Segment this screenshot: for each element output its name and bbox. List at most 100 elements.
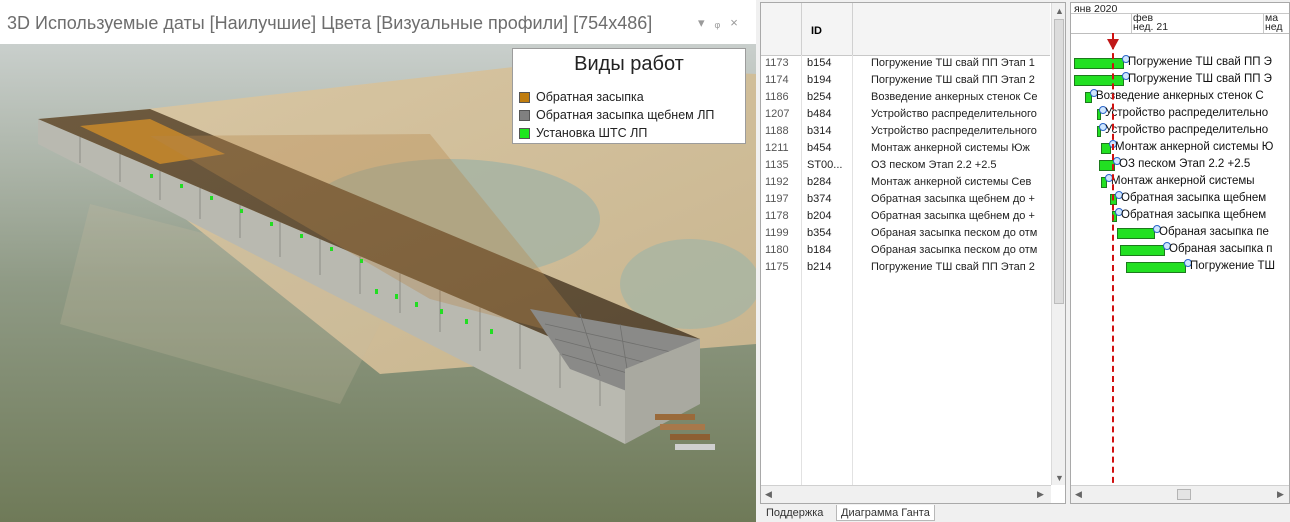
scrollbar-thumb[interactable] <box>1054 19 1064 304</box>
cell-n: 1188 <box>765 125 789 137</box>
bottom-tab-strip: Поддержка Диаграмма Ганта <box>760 504 1290 522</box>
scroll-right-icon[interactable]: ▶ <box>1277 489 1284 500</box>
gantt-row: ОЗ песком Этап 2.2 +2.5 <box>1071 157 1289 174</box>
cell-name: Погружение ТШ свай ПП Этап 1 <box>871 57 1035 69</box>
tab-support[interactable]: Поддержка <box>762 505 827 521</box>
cell-n: 1211 <box>765 142 789 154</box>
current-date-line <box>1112 33 1114 503</box>
cell-name: Монтаж анкерной системы Юж <box>871 142 1030 154</box>
panel-title-bar: 3D Используемые даты [Наилучшие] Цвета [… <box>0 0 756 44</box>
pin-icon[interactable]: ᵩ <box>715 15 721 31</box>
cell-id: b284 <box>807 176 832 188</box>
dropdown-icon[interactable]: ▾ <box>698 15 705 31</box>
gantt-bar-label: Устройство распределительно <box>1105 107 1269 119</box>
table-row[interactable]: 1207 b484 Устройство распределительного <box>761 106 1050 123</box>
gantt-bar[interactable] <box>1074 58 1124 69</box>
grid-header: ID <box>761 3 1050 56</box>
scrollbar-thumb[interactable] <box>1177 489 1191 500</box>
gantt-row: Погружение ТШ свай ПП Э <box>1071 72 1289 89</box>
cell-n: 1174 <box>765 74 789 86</box>
gantt-row: Монтаж анкерной системы Ю <box>1071 140 1289 157</box>
legend-label: Установка ШТС ЛП <box>536 126 648 140</box>
gantt-bar-label: Погружение ТШ <box>1190 260 1276 272</box>
gantt-bar-label: Обраная засыпка пе <box>1159 226 1269 238</box>
cell-name: Погружение ТШ свай ПП Этап 2 <box>871 261 1035 273</box>
cell-id: b154 <box>807 57 832 69</box>
current-date-marker-icon <box>1107 39 1119 50</box>
gantt-bar-label: Монтаж анкерной системы Ю <box>1115 141 1274 153</box>
legend-box: Виды работ Обратная засыпка Обратная зас… <box>512 48 746 144</box>
gantt-bar-label: Погружение ТШ свай ПП Э <box>1128 73 1272 85</box>
legend-title: Виды работ <box>574 53 684 75</box>
table-row[interactable]: 1199 b354 Обраная засыпка песком до отм <box>761 225 1050 242</box>
cell-n: 1178 <box>765 210 789 222</box>
gantt-bar[interactable] <box>1120 245 1165 256</box>
gantt-row: Возведение анкерных стенок С <box>1071 89 1289 106</box>
horizontal-scrollbar[interactable]: ◀ ▶ <box>761 485 1051 503</box>
scroll-left-icon[interactable]: ◀ <box>1075 489 1082 500</box>
table-row[interactable]: 1186 b254 Возведение анкерных стенок Се <box>761 89 1050 106</box>
legend-item-gravel: Обратная засыпка щебнем ЛП <box>519 107 714 123</box>
cell-n: 1135 <box>765 159 789 171</box>
gantt-bar-label: ОЗ песком Этап 2.2 +2.5 <box>1119 158 1251 170</box>
table-row[interactable]: 1197 b374 Обратная засыпка щебнем до + <box>761 191 1050 208</box>
table-row[interactable]: 1211 b454 Монтаж анкерной системы Юж <box>761 140 1050 157</box>
cell-id: b484 <box>807 108 832 120</box>
cell-name: Погружение ТШ свай ПП Этап 2 <box>871 74 1035 86</box>
gantt-row: Устройство распределительно <box>1071 106 1289 123</box>
cell-name: Устройство распределительного <box>871 108 1037 120</box>
table-row[interactable]: 1174 b194 Погружение ТШ свай ПП Этап 2 <box>761 72 1050 89</box>
scroll-down-icon[interactable]: ▼ <box>1055 473 1064 483</box>
table-row[interactable]: 1135 ST00... ОЗ песком Этап 2.2 +2.5 <box>761 157 1050 174</box>
cell-name: Обраная засыпка песком до отм <box>871 227 1038 239</box>
scroll-left-icon[interactable]: ◀ <box>765 489 772 500</box>
gantt-row: Монтаж анкерной системы <box>1071 174 1289 191</box>
timescale-week: нед <box>1265 21 1283 33</box>
cell-id: b314 <box>807 125 832 137</box>
table-row[interactable]: 1180 b184 Обраная засыпка песком до отм <box>761 242 1050 259</box>
gantt-bar-label: Возведение анкерных стенок С <box>1096 90 1264 102</box>
gantt-bar[interactable] <box>1074 75 1124 86</box>
legend-item-sts: Установка ШТС ЛП <box>519 125 647 141</box>
cell-name: Обратная засыпка щебнем до + <box>871 210 1035 222</box>
vertical-scrollbar[interactable]: ▲ ▼ <box>1051 3 1065 485</box>
gantt-bar-label: Устройство распределительно <box>1105 124 1269 136</box>
column-header-row-number[interactable] <box>761 3 802 55</box>
gantt-row: Обратная засыпка щебнем <box>1071 208 1289 225</box>
table-row[interactable]: 1178 b204 Обратная засыпка щебнем до + <box>761 208 1050 225</box>
scroll-right-icon[interactable]: ▶ <box>1037 489 1044 500</box>
gantt-chart: янв 2020 фев ма нед. 21 нед Погружение Т… <box>1070 2 1290 504</box>
column-header-id[interactable]: ID <box>802 3 853 55</box>
cell-name: Обратная засыпка щебнем до + <box>871 193 1035 205</box>
table-row[interactable]: 1173 b154 Погружение ТШ свай ПП Этап 1 <box>761 55 1050 72</box>
gantt-horizontal-scrollbar[interactable]: ◀ ▶ <box>1071 485 1289 503</box>
scroll-up-icon[interactable]: ▲ <box>1055 6 1064 16</box>
cell-n: 1199 <box>765 227 789 239</box>
gantt-bar-label: Монтаж анкерной системы <box>1111 175 1255 187</box>
tab-gantt-chart[interactable]: Диаграмма Ганта <box>836 505 935 521</box>
column-header-name[interactable] <box>853 3 1049 55</box>
gantt-bar-label: Обратная засыпка щебнем <box>1121 209 1267 221</box>
gantt-bar[interactable] <box>1117 228 1155 239</box>
gantt-bar-label: Обратная засыпка щебнем <box>1121 192 1267 204</box>
table-row[interactable]: 1192 b284 Монтаж анкерной системы Сев <box>761 174 1050 191</box>
legend-item-backfill: Обратная засыпка <box>519 89 644 105</box>
cell-n: 1197 <box>765 193 789 205</box>
close-icon[interactable]: × <box>730 15 738 31</box>
cell-n: 1180 <box>765 244 789 256</box>
cell-n: 1175 <box>765 261 789 273</box>
table-row[interactable]: 1175 b214 Погружение ТШ свай ПП Этап 2 <box>761 259 1050 276</box>
cell-name: Монтаж анкерной системы Сев <box>871 176 1032 188</box>
cell-id: ST00... <box>807 159 843 171</box>
cell-id: b374 <box>807 193 832 205</box>
cell-name: Устройство распределительного <box>871 125 1037 137</box>
task-grid: ID 1173 b154 Погружение ТШ свай ПП Этап 11… <box>760 2 1066 504</box>
panel-title: 3D Используемые даты [Наилучшие] Цвета [… <box>7 13 653 33</box>
table-row[interactable]: 1188 b314 Устройство распределительного <box>761 123 1050 140</box>
cell-name: ОЗ песком Этап 2.2 +2.5 <box>871 159 997 171</box>
gantt-bar[interactable] <box>1126 262 1186 273</box>
panel-buttons: ▾ ᵩ × <box>698 15 738 31</box>
timescale-week: нед. 21 <box>1133 21 1169 33</box>
gantt-row: Обраная засыпка п <box>1071 242 1289 259</box>
gantt-row: Погружение ТШ свай ПП Э <box>1071 55 1289 72</box>
